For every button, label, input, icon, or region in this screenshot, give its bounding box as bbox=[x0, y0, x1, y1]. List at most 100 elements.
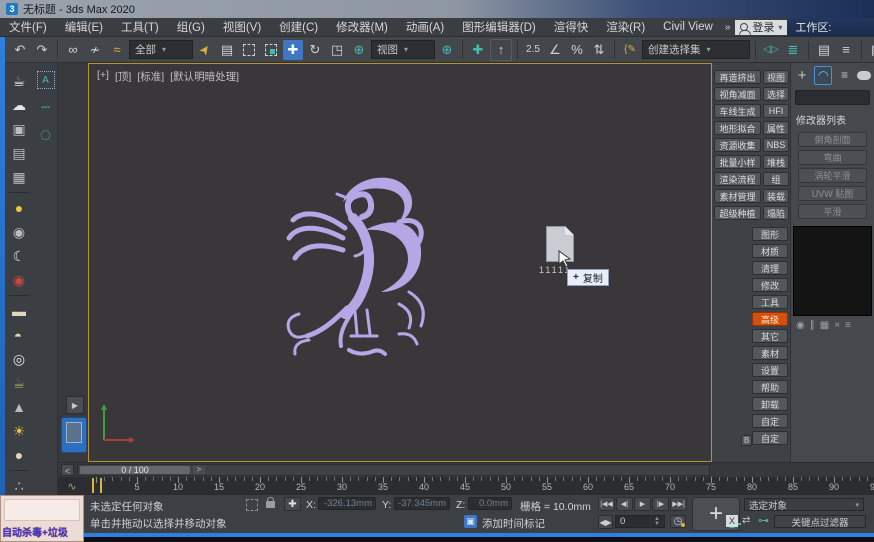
angle-snap-icon[interactable]: ∠ bbox=[545, 40, 565, 60]
select-by-name-icon[interactable]: ▤ bbox=[217, 40, 237, 60]
dashed-circle-icon[interactable]: ◌ bbox=[35, 124, 57, 146]
plugin-category-button[interactable]: 材质 bbox=[752, 244, 788, 258]
plugin-button[interactable]: 塌陷 bbox=[763, 206, 789, 220]
select-and-move-icon[interactable]: ✚ bbox=[283, 39, 303, 60]
plugin-button[interactable]: 装载 bbox=[763, 189, 789, 203]
previous-frame-button[interactable]: < bbox=[61, 464, 74, 476]
sphere-light-icon[interactable]: ◎ bbox=[8, 349, 30, 369]
transform-typein-icon[interactable]: ✚ bbox=[284, 497, 301, 511]
plugin-category-button[interactable]: 图形 bbox=[752, 227, 788, 241]
stack-tool-icon[interactable]: ▦ bbox=[820, 320, 829, 331]
plugin-button[interactable]: 资源收集 bbox=[714, 138, 761, 152]
plugin-button[interactable]: 渲染流程 bbox=[714, 172, 761, 186]
layer-explorer-icon[interactable]: ≡ bbox=[836, 40, 856, 60]
menu-item[interactable]: 视图(V) bbox=[214, 19, 270, 35]
selection-filter-dropdown[interactable]: 全部 ▾ bbox=[129, 40, 193, 59]
playback-button[interactable]: ▶ bbox=[634, 497, 651, 511]
dashed-line-icon[interactable]: ┄ bbox=[35, 97, 57, 117]
time-slider-track[interactable]: 0 / 100 > bbox=[77, 464, 710, 476]
playback-button[interactable]: ▶▶| bbox=[670, 497, 687, 511]
plugin-button[interactable]: 选择 bbox=[763, 87, 789, 101]
select-link-icon[interactable]: ∞ bbox=[63, 40, 83, 60]
motion-tab-icon[interactable] bbox=[856, 70, 872, 80]
viewport-menu-shading[interactable]: [默认明暗处理] bbox=[170, 69, 239, 84]
ad-overlay[interactable]: 自动杀毒+垃圾 bbox=[0, 495, 84, 542]
timeline-ruler[interactable]: 5101520253035404550556065707580859095100 bbox=[88, 477, 874, 495]
plugin-category-button[interactable]: 高级 bbox=[752, 312, 788, 326]
modifier-preset-button[interactable]: 倒角剖面 bbox=[798, 132, 867, 147]
hierarchy-tab-icon[interactable]: ≡ bbox=[836, 67, 852, 84]
render-teapot-icon[interactable]: ☕ bbox=[8, 71, 30, 91]
plugin-category-button[interactable]: 自定 bbox=[752, 414, 788, 428]
plugin-category-button[interactable]: 清理 bbox=[752, 261, 788, 275]
sphere-object-icon[interactable]: ● bbox=[8, 445, 30, 465]
environment-settings-icon[interactable]: ▦ bbox=[8, 167, 30, 187]
sign-in-dropdown[interactable]: 登录 ▾ bbox=[735, 19, 788, 35]
bind-to-spacewarp-icon[interactable]: ≈ bbox=[107, 40, 127, 60]
active-layout-tab[interactable] bbox=[61, 417, 87, 453]
undo-icon[interactable]: ↶ bbox=[10, 40, 30, 60]
plugin-button[interactable]: 堆栈 bbox=[763, 155, 789, 169]
render-setup-icon[interactable]: ▣ bbox=[8, 119, 30, 139]
render-frame-window-icon[interactable]: ▤ bbox=[8, 143, 30, 163]
menu-item[interactable]: 文件(F) bbox=[0, 19, 56, 35]
plugin-button[interactable]: 属性 bbox=[763, 121, 789, 135]
viewport-menu-standard[interactable]: [标准] bbox=[137, 69, 164, 84]
stack-tool-icon[interactable]: ∥ bbox=[810, 320, 815, 331]
window-crossing-icon[interactable] bbox=[261, 40, 281, 60]
key-filters-button[interactable]: 关键点过滤器 bbox=[774, 515, 866, 529]
plugin-button[interactable]: 车线生成 bbox=[714, 104, 761, 118]
plugin-b-badge[interactable]: B bbox=[741, 435, 753, 446]
plugin-category-button[interactable]: 其它 bbox=[752, 329, 788, 343]
modifier-preset-button[interactable]: 涡轮平滑 bbox=[798, 168, 867, 183]
frame-spinner[interactable]: ▲ ▼ bbox=[654, 516, 660, 527]
isolate-selection-icon[interactable] bbox=[246, 499, 258, 511]
viewport-menu-pov[interactable]: [顶] bbox=[115, 69, 131, 84]
use-pivot-center-icon[interactable]: ⊕ bbox=[437, 40, 457, 60]
menu-item[interactable]: 编辑(E) bbox=[56, 19, 112, 35]
align-icon[interactable]: ≣ bbox=[783, 40, 803, 60]
menu-item[interactable]: 创建(C) bbox=[270, 19, 327, 35]
plugin-category-button[interactable]: 素材 bbox=[752, 346, 788, 360]
stack-tool-icon[interactable]: × bbox=[834, 320, 840, 331]
plugin-category-button[interactable]: 自定 bbox=[752, 431, 788, 445]
spinner-snap-icon[interactable]: ⇅ bbox=[589, 40, 609, 60]
select-by-name-a-icon[interactable]: A bbox=[36, 71, 55, 89]
sun-light-icon[interactable]: ☀ bbox=[8, 421, 30, 441]
menu-item[interactable]: 修改器(M) bbox=[327, 19, 397, 35]
menu-overflow-chevron[interactable]: » bbox=[722, 22, 734, 33]
viewport-menu-general[interactable]: [+] bbox=[97, 69, 109, 84]
stack-tool-icon[interactable]: ◉ bbox=[796, 320, 805, 331]
modifier-preset-button[interactable]: 弯曲 bbox=[798, 150, 867, 165]
snaps-toggle-icon[interactable]: 2.5 bbox=[523, 40, 543, 60]
select-and-rotate-icon[interactable]: ↻ bbox=[305, 40, 325, 60]
plugin-button[interactable]: NBS bbox=[763, 138, 789, 152]
spot-cone-icon[interactable]: ▲ bbox=[8, 397, 30, 417]
modifier-preset-button[interactable]: 平滑 bbox=[798, 204, 867, 219]
add-time-tag-label[interactable]: 添加时间标记 bbox=[482, 516, 545, 531]
select-object-icon[interactable]: ➤ bbox=[191, 37, 219, 62]
menu-item[interactable]: 渲得快 bbox=[545, 19, 598, 35]
menu-item[interactable]: 组(G) bbox=[168, 19, 214, 35]
plugin-category-button[interactable]: 卸载 bbox=[752, 397, 788, 411]
plugin-button[interactable]: 批量小样 bbox=[714, 155, 761, 169]
modifier-preset-button[interactable]: UVW 贴图 bbox=[798, 186, 867, 201]
plugin-category-button[interactable]: 设置 bbox=[752, 363, 788, 377]
current-frame-field[interactable]: 0 ▲ ▼ bbox=[615, 515, 665, 528]
unlink-selection-icon[interactable]: ≁ bbox=[85, 40, 105, 60]
stack-tool-icon[interactable]: ≡ bbox=[845, 320, 851, 331]
time-tag-icon[interactable]: ▣ bbox=[464, 515, 477, 528]
modifier-list-dropdown[interactable]: 修改器列表 bbox=[796, 112, 869, 127]
mini-curve-editor-icon[interactable]: ∿ bbox=[60, 479, 84, 493]
modify-tab-icon[interactable]: ◠ bbox=[814, 65, 833, 85]
named-selection-sets-dropdown[interactable]: 创建选择集 ▾ bbox=[642, 40, 750, 59]
plugin-button[interactable]: 组 bbox=[763, 172, 789, 186]
current-frame-marker[interactable] bbox=[92, 478, 102, 493]
plugin-button[interactable]: HFI bbox=[763, 104, 789, 118]
redo-icon[interactable]: ↷ bbox=[32, 40, 52, 60]
dome-light-icon[interactable]: ◖ bbox=[8, 325, 30, 345]
menu-item[interactable]: 工具(T) bbox=[112, 19, 168, 35]
menu-item[interactable]: 图形编辑器(D) bbox=[453, 19, 544, 35]
mirror-icon[interactable]: ◁▷ bbox=[761, 40, 781, 60]
keyboard-shortcut-override-icon[interactable]: ↑ bbox=[490, 38, 512, 61]
